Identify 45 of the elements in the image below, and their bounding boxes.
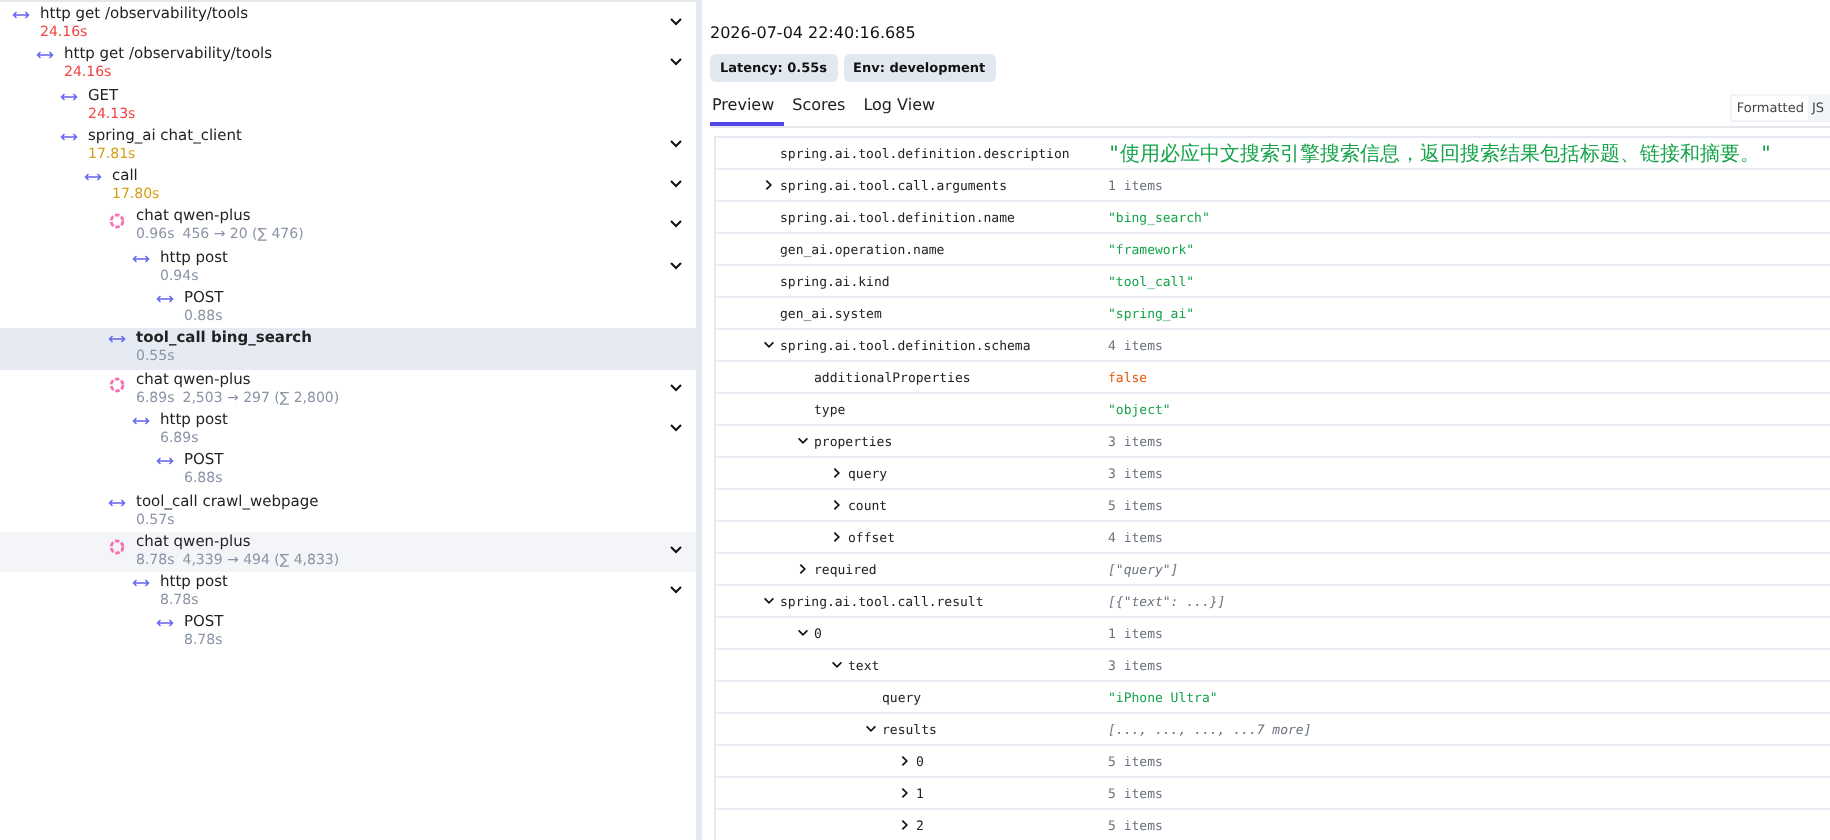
chevron-right-icon[interactable]	[830, 466, 844, 480]
chevron-down-icon[interactable]	[668, 582, 684, 599]
timestamp: 2026-07-04 22:40:16.685	[710, 22, 916, 44]
double-arrow-icon	[132, 415, 150, 426]
chevron-down-icon[interactable]	[796, 626, 810, 640]
ring-icon	[108, 375, 126, 394]
chevron-down-icon[interactable]	[762, 594, 776, 608]
chevron-down-icon[interactable]	[668, 216, 684, 233]
double-arrow-icon	[156, 456, 174, 467]
double-arrow-icon	[84, 172, 102, 183]
chevron-down-icon[interactable]	[796, 434, 810, 448]
chevron-down-icon[interactable]	[668, 135, 684, 152]
chevron-down-icon[interactable]	[830, 658, 844, 672]
chevron-down-icon[interactable]	[668, 14, 684, 30]
chevron-down-icon[interactable]	[668, 379, 684, 396]
chevron-down-icon[interactable]	[668, 419, 684, 436]
double-arrow-icon	[156, 294, 174, 305]
chevron-right-icon[interactable]	[830, 530, 844, 544]
double-arrow-icon	[132, 578, 150, 589]
chevron-down-icon[interactable]	[864, 722, 878, 736]
chevron-right-icon[interactable]	[796, 562, 810, 576]
chevron-right-icon[interactable]	[898, 818, 912, 832]
chevron-down-icon[interactable]	[668, 176, 684, 193]
ring-icon	[108, 537, 126, 556]
double-arrow-icon	[12, 10, 30, 20]
ring-icon	[108, 212, 126, 231]
attribute-value: "使用必应中文搜索引擎搜索信息，返回搜索结果包括标题、链接和摘要。"	[1108, 143, 1773, 165]
chevron-right-icon[interactable]	[898, 786, 912, 800]
chevron-down-icon[interactable]	[668, 54, 684, 71]
double-arrow-icon	[132, 253, 150, 264]
chevron-down-icon[interactable]	[762, 338, 776, 352]
chevron-right-icon[interactable]	[898, 754, 912, 768]
double-arrow-icon	[156, 618, 174, 629]
double-arrow-icon	[60, 131, 78, 142]
chevron-right-icon[interactable]	[830, 498, 844, 512]
tab[interactable]: Log View	[861, 90, 946, 126]
chevron-down-icon[interactable]	[668, 541, 684, 558]
double-arrow-icon	[36, 50, 54, 61]
double-arrow-icon	[60, 91, 78, 102]
chevron-down-icon[interactable]	[668, 257, 684, 274]
tab[interactable]: Scores	[790, 90, 856, 126]
double-arrow-icon	[108, 334, 126, 345]
chevron-right-icon[interactable]	[762, 178, 776, 192]
double-arrow-icon	[108, 497, 126, 508]
tab[interactable]: Preview	[710, 90, 785, 126]
